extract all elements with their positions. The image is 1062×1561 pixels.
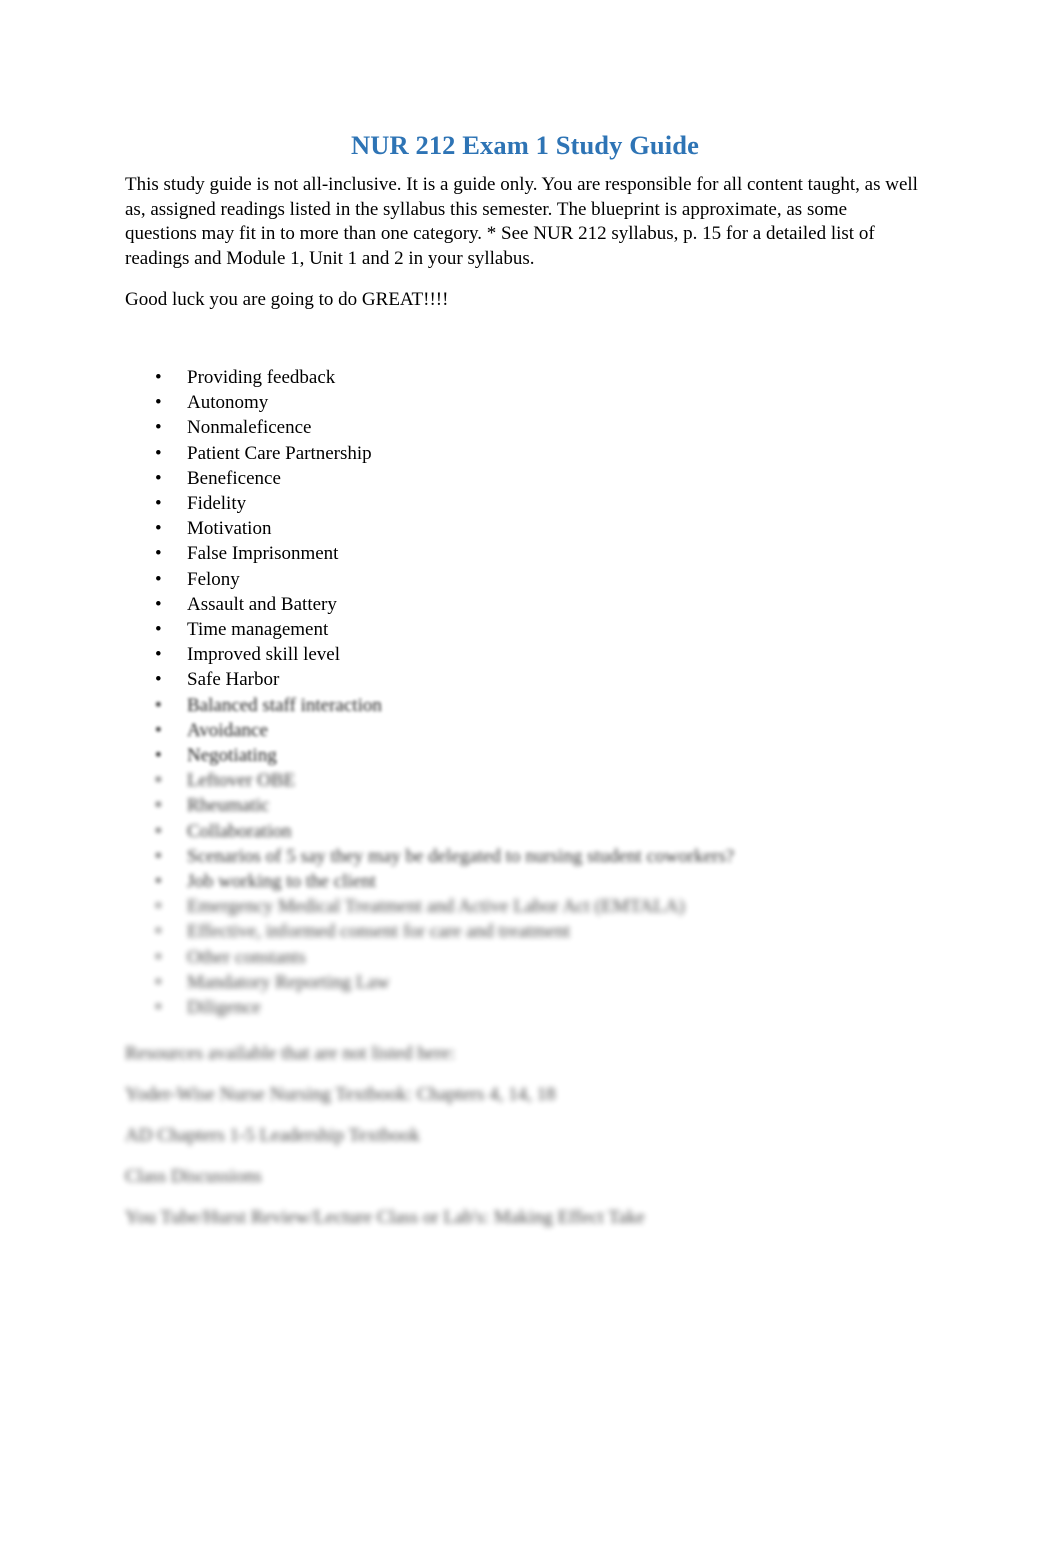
document-content: NUR 212 Exam 1 Study Guide This study gu… (125, 130, 925, 1247)
list-item-label: Collaboration (187, 820, 292, 842)
resources-section: Resources available that are not listed … (125, 1042, 925, 1230)
list-item-label: Patient Care Partnership (187, 442, 372, 464)
list-item: • Patient Care Partnership (125, 441, 925, 466)
list-item: • Providing feedback (125, 365, 925, 390)
list-item-label: Nonmaleficence (187, 417, 312, 439)
list-item-label: Fidelity (187, 492, 247, 514)
list-item: • Collaboration (125, 819, 925, 844)
bullet-icon: • (155, 795, 162, 817)
list-item-label: Autonomy (187, 392, 269, 414)
list-item-label: Mandatory Reporting Law (187, 971, 390, 993)
list-item-label: Beneficence (187, 467, 281, 489)
list-item: • Emergency Medical Treatment and Active … (125, 894, 925, 919)
list-item: • Avoidance (125, 718, 925, 743)
list-item-label: Improved skill level (187, 644, 341, 666)
list-item-label: False Imprisonment (187, 543, 339, 565)
list-item: • Scenarios of 5 say they may be delegate… (125, 844, 925, 869)
bullet-icon: • (155, 492, 162, 514)
bullet-icon: • (155, 845, 162, 867)
list-item: • Rheumatic (125, 793, 925, 818)
list-item-label: Negotiating (187, 745, 277, 767)
list-item-label: Effective, informed consent for care and… (187, 921, 571, 943)
list-item-label: Felony (187, 568, 240, 590)
bullet-icon: • (155, 392, 162, 414)
list-item-label: Assault and Battery (187, 593, 337, 615)
list-item-label: Time management (187, 619, 329, 640)
list-item-label: Emergency Medical Treatment and Active L… (187, 896, 685, 918)
resource-line: Class Discussions (125, 1166, 262, 1188)
bullet-icon: • (155, 467, 162, 489)
bullet-icon: • (155, 820, 162, 842)
bullet-icon: • (155, 442, 162, 464)
bullet-icon: • (155, 770, 162, 792)
bullet-icon: • (155, 543, 162, 565)
list-item-label: Job working to the client (187, 871, 376, 893)
vertical-spacer (125, 313, 925, 365)
list-item-label: Avoidance (187, 719, 268, 741)
list-item-label: Diligence (187, 997, 261, 1019)
list-item: • Improved skill level (125, 642, 925, 667)
list-item-label: Providing feedback (187, 366, 336, 388)
bullet-icon: • (155, 644, 162, 666)
list-item: • Mandatory Reporting Law (125, 970, 925, 995)
list-item-label: Other constants (187, 946, 306, 968)
list-item: • Diligence (125, 995, 925, 1020)
list-item: • Felony (125, 567, 925, 592)
bullet-icon: • (155, 619, 162, 640)
bullet-icon: • (155, 568, 162, 590)
bullet-icon: • (155, 669, 162, 691)
list-item-label: Rheumatic (187, 795, 270, 817)
list-item: • Nonmaleficence (125, 415, 925, 440)
document-page: NUR 212 Exam 1 Study Guide This study gu… (0, 0, 1062, 1561)
bullet-icon: • (155, 745, 162, 767)
list-item-label: Balanced staff interaction (187, 694, 382, 716)
intro-paragraph: This study guide is not all-inclusive. I… (125, 174, 918, 269)
good-luck-line: Good luck you are going to do GREAT!!!! (125, 289, 449, 311)
resources-heading: Resources available that are not listed … (125, 1043, 456, 1065)
bullet-icon: • (155, 871, 162, 893)
list-item: • False Imprisonment (125, 541, 925, 566)
bullet-icon: • (155, 719, 162, 741)
page-title: NUR 212 Exam 1 Study Guide (351, 130, 699, 160)
list-item-label: Motivation (187, 518, 272, 540)
list-item: • Job working to the client (125, 869, 925, 894)
bullet-icon: • (155, 694, 162, 716)
list-item-label: Safe Harbor (187, 669, 280, 691)
list-item: • Safe Harbor (125, 667, 925, 692)
bullet-icon: • (155, 946, 162, 968)
list-item: • Fidelity (125, 491, 925, 516)
bullet-icon: • (155, 366, 162, 388)
bullet-icon: • (155, 997, 162, 1019)
list-item: • Negotiating (125, 743, 925, 768)
list-item: • Beneficence (125, 466, 925, 491)
list-item: • Motivation (125, 516, 925, 541)
list-item: • Balanced staff interaction (125, 693, 925, 718)
list-item: • Leftover OBE (125, 768, 925, 793)
bullet-icon: • (155, 593, 162, 615)
list-item: • Other constants (125, 945, 925, 970)
resource-line: Yoder-Wise Nurse Nursing Textbook: Chapt… (125, 1084, 556, 1106)
list-item: • Effective, informed consent for care an… (125, 919, 925, 944)
list-item: • Time management (125, 617, 925, 642)
bullet-icon: • (155, 417, 162, 439)
study-topics-list: • Providing feedback • Autonomy • Nonmalefi… (125, 365, 925, 1020)
resource-line: AD Chapters 1-5 Leadership Textbook (125, 1125, 420, 1147)
bullet-icon: • (155, 896, 162, 918)
bullet-icon: • (155, 971, 162, 993)
list-item-label: Scenarios of 5 say they may be delegated… (187, 845, 735, 867)
bullet-icon: • (155, 518, 162, 540)
resource-line: You Tube/Hurst Review/Lecture Class or L… (125, 1207, 645, 1229)
list-item: • Assault and Battery (125, 592, 925, 617)
bullet-icon: • (155, 921, 162, 943)
list-item-label: Leftover OBE (187, 770, 296, 792)
list-item: • Autonomy (125, 390, 925, 415)
